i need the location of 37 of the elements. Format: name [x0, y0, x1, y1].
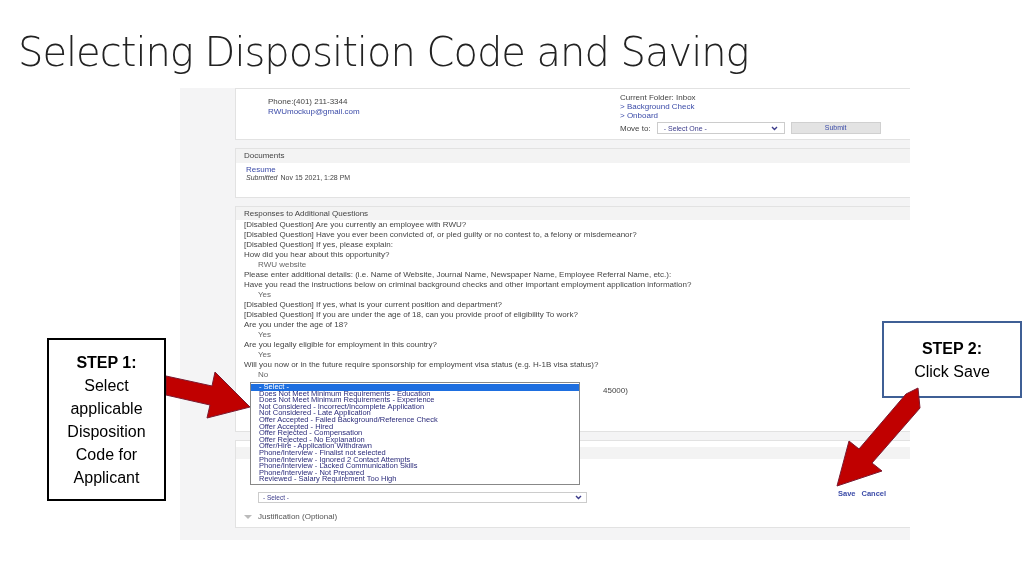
question-text: [Disabled Question] Have you ever been convicted of, or pled guilty or no contest to, a felony or misdemeanor? — [244, 230, 638, 240]
answer-text: RWU website — [257, 260, 308, 270]
arrow-icon — [166, 371, 251, 419]
answer-text: Yes — [257, 330, 273, 340]
question-text: Are you legally eligible for employment in this country? — [244, 340, 438, 350]
question-text: Have you read the instructions below on criminal background checks and other important employment application information? — [244, 280, 693, 290]
answer-text: Yes — [257, 350, 273, 360]
step-heading: STEP 2: — [921, 338, 983, 359]
email-link[interactable]: RWUmockup@gmail.com — [268, 107, 360, 117]
answer-text: Yes — [257, 290, 273, 300]
question-text: [Disabled Question] If yes, what is your current position and department? — [244, 300, 503, 310]
section-header: Documents — [236, 149, 910, 163]
step-text: Select applicable Disposition Code for Applicant — [66, 375, 147, 488]
justification-toggle[interactable]: Justification (Optional) — [258, 511, 338, 523]
section-header: Responses to Additional Questions — [236, 207, 910, 220]
question-text: [Disabled Question] If you are under the age of 18, can you provide proof of eligibility To work? — [244, 310, 579, 320]
chevron-icon — [770, 125, 778, 131]
question-text: Please enter additional details: (i.e. Name of Website, Journal Name, Newspaper Name, Employee Referral Name, etc.): — [244, 270, 673, 280]
question-text: Will you now or in the future require sponsorship for employment visa status (e.g. H-1B visa status)? — [244, 360, 600, 370]
question-text: 45000) — [603, 385, 628, 397]
resume-link[interactable]: Resume — [246, 165, 904, 174]
step-heading: STEP 1: — [76, 352, 137, 373]
question-text: Are you under the age of 18? — [244, 320, 349, 330]
folder-text: Current Folder: Inbox — [620, 93, 697, 102]
arrow-icon — [836, 387, 921, 487]
folder-link[interactable]: > Background Check — [620, 102, 888, 111]
question-text: [Disabled Question] If yes, please explain: — [244, 240, 394, 250]
phone-text: Phone:(401) 211-3344 — [268, 97, 349, 107]
question-text: [Disabled Question] Are you currently an employee with RWU? — [244, 220, 468, 230]
chevron-icon — [575, 495, 582, 500]
slide-title: Selecting Disposition Code and Saving — [18, 28, 749, 76]
question-text: How did you hear about this opportunity? — [244, 250, 391, 260]
step-text: Click Save — [913, 361, 991, 382]
answer-text: No — [257, 370, 270, 380]
caret-icon — [244, 515, 252, 519]
folder-link[interactable]: > Onboard — [620, 111, 888, 120]
move-to-label: Move to: — [620, 123, 651, 133]
